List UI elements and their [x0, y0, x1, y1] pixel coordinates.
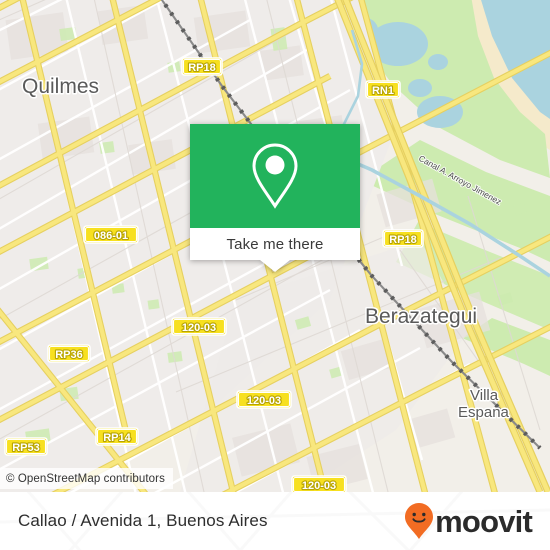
moovit-wordmark: moovit — [435, 503, 533, 539]
shield-120-03-mid: 120-03 — [171, 317, 227, 336]
svg-text:120-03: 120-03 — [247, 395, 281, 407]
map-label-villa: Villa — [470, 387, 499, 404]
map-label-berazategui: Berazategui — [365, 305, 477, 328]
map-label-espana: Espana — [458, 404, 510, 421]
shield-rn1: RN1 — [365, 80, 401, 99]
lagoon-7 — [428, 54, 448, 70]
moovit-brand: moovit — [404, 502, 533, 540]
shield-120-03-south: 120-03 — [236, 390, 292, 409]
svg-text:RP53: RP53 — [12, 442, 40, 454]
svg-text:120-03: 120-03 — [182, 322, 216, 334]
svg-text:RP18: RP18 — [188, 62, 216, 74]
svg-text:RP14: RP14 — [103, 432, 131, 444]
lagoon-4 — [408, 79, 432, 97]
shield-120-03-bottom: 120-03 — [291, 475, 347, 492]
svg-text:RN1: RN1 — [372, 85, 394, 97]
popup-tail — [260, 260, 290, 272]
popup-footer[interactable]: Take me there — [190, 228, 360, 260]
take-me-there-label: Take me there — [226, 235, 324, 253]
shield-rp18-north: RP18 — [181, 57, 223, 76]
map-canvas[interactable]: Quilmes Berazategui Villa Espana Canal A… — [0, 0, 550, 492]
svg-text:RP18: RP18 — [389, 234, 417, 246]
osm-attribution[interactable]: © OpenStreetMap contributors — [0, 468, 173, 489]
shield-rp14: RP14 — [95, 427, 139, 446]
moovit-smiley-pin-icon — [405, 503, 434, 539]
shield-rp36: RP36 — [47, 344, 91, 363]
svg-text:120-03: 120-03 — [302, 480, 336, 492]
map-pin-icon — [252, 143, 298, 209]
svg-text:RP36: RP36 — [55, 349, 83, 361]
svg-text:086-01: 086-01 — [94, 230, 128, 242]
shield-086-01: 086-01 — [83, 225, 139, 244]
moovit-map-screen: Quilmes Berazategui Villa Espana Canal A… — [0, 0, 550, 550]
shield-rp18-east: RP18 — [382, 229, 424, 248]
bottom-info-bar: Callao / Avenida 1, Buenos Aires moovit — [0, 492, 550, 550]
map-popup[interactable]: Take me there — [190, 124, 360, 272]
shield-rp53: RP53 — [4, 437, 48, 456]
place-name-label: Callao / Avenida 1, Buenos Aires — [18, 511, 268, 530]
map-label-quilmes: Quilmes — [22, 75, 99, 98]
popup-header — [190, 124, 360, 228]
osm-attribution-text: © OpenStreetMap contributors — [6, 472, 165, 485]
